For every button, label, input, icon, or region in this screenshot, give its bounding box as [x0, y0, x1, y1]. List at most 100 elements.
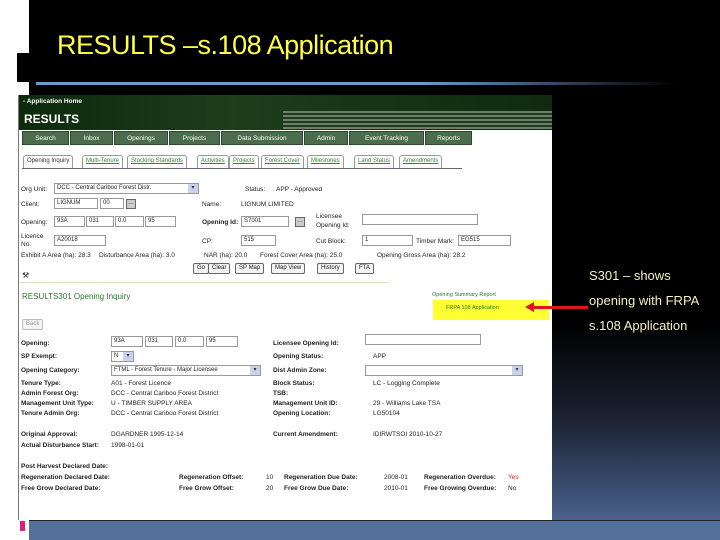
nav-admin[interactable]: Admin	[304, 131, 348, 145]
clear-button[interactable]: Clear	[208, 263, 231, 274]
tenure-type-label: Tenure Type:	[21, 380, 61, 387]
nav-reports[interactable]: Reports	[425, 131, 472, 145]
opening-letter-input[interactable]: 031	[86, 216, 114, 227]
chevron-down-icon: ▾	[123, 352, 133, 361]
current-amendment-label: Current Amendment:	[273, 431, 338, 438]
sp-exempt-select[interactable]: N ▾	[111, 351, 134, 362]
chevron-down-icon: ▾	[250, 366, 260, 375]
current-amendment-value: IDIRWTSOI 2010-10-27	[373, 431, 443, 438]
admin-org-value: DCC - Central Cariboo Forest District	[111, 390, 219, 397]
sp-map-button[interactable]: SP Map	[235, 263, 265, 274]
regen-offset-value: 10	[266, 474, 274, 481]
exhibit-area: Exhibit A Area (ha): 28.3	[21, 252, 91, 259]
tab-forest-cover[interactable]: Forest Cover	[261, 155, 304, 168]
nav-event-tracking[interactable]: Event Tracking	[349, 131, 424, 145]
go-button[interactable]: Go	[193, 263, 210, 274]
mu-type-value: U - TIMBER SUPPLY AREA	[111, 400, 192, 407]
post-harvest-label: Post Harvest Declared Date:	[21, 463, 109, 470]
timber-mark-input[interactable]: EG515	[458, 235, 511, 246]
regen-overdue-value: Yes	[508, 474, 519, 481]
opening-mapsheet-input[interactable]: 93A	[54, 216, 85, 227]
licensee-label-1: Licensee	[316, 213, 343, 220]
cp-input[interactable]: 515	[241, 235, 276, 246]
tab-activities[interactable]: Activities	[197, 155, 229, 168]
client-lookup-button[interactable]: …	[126, 199, 136, 209]
tenure-admin-value: DCC - Central Cariboo Forest District	[111, 410, 219, 417]
tab-land-status[interactable]: Land Status	[354, 155, 395, 168]
r-opening-number[interactable]: 95	[206, 336, 238, 347]
status-label: Status:	[245, 186, 266, 193]
licence-input[interactable]: A20018	[54, 235, 106, 246]
name-value: LIGNUM LIMITED	[241, 201, 294, 208]
cut-block-label: Cut Block:	[316, 238, 346, 245]
mu-type-label: Management Unit Type:	[21, 400, 94, 407]
regen-declared-label: Regeneration Declared Date:	[21, 474, 110, 481]
fg-offset-label: Free Grow Offset:	[179, 485, 234, 492]
chevron-down-icon: ▾	[188, 184, 198, 193]
note-line-3: s.108 Application	[589, 318, 688, 333]
org-unit-select[interactable]: DCC - Central Cariboo Forest Distr. ▾	[54, 183, 199, 194]
tab-projects[interactable]: Projects	[229, 155, 259, 168]
timber-mark-label: Timber Mark:	[416, 238, 455, 245]
sp-exempt-label: SP Exempt:	[21, 353, 58, 360]
history-button[interactable]: History	[317, 263, 344, 274]
nav-data-submission[interactable]: Data Submission	[221, 131, 303, 145]
regen-offset-label: Regeneration Offset:	[179, 474, 244, 481]
category-label: Opening Category:	[21, 367, 80, 374]
bottom-band	[29, 520, 720, 540]
tab-multi-tenure[interactable]: Multi-Tenure	[82, 155, 124, 168]
results-screenshot: - Application Home RESULTS Search Inbox …	[18, 95, 552, 520]
callout-arrow	[530, 306, 588, 309]
admin-org-label: Admin Forest Org:	[21, 390, 79, 397]
opening-id-input[interactable]: S7001	[241, 216, 289, 227]
cut-block-input[interactable]: 1	[362, 235, 413, 246]
original-approval-value: DGARDNER 1995-12-14	[111, 431, 184, 438]
opening-id-lookup-button[interactable]: …	[295, 217, 305, 227]
note-line-2: opening with FRPA	[589, 293, 700, 308]
fg-due-value: 2010-01	[384, 485, 408, 492]
chevron-down-icon: ▾	[512, 366, 522, 375]
r-opening-mapsheet[interactable]: 93A	[111, 336, 143, 347]
regen-overdue-label: Regeneration Overdue:	[424, 474, 496, 481]
r-licensee-label: Licensee Opening Id:	[273, 340, 339, 347]
map-view-button[interactable]: Map View	[271, 263, 306, 274]
back-button[interactable]: Back	[22, 319, 44, 330]
category-select[interactable]: FTML - Forest Tenure - Major Licensee ▾	[111, 365, 261, 376]
client-input[interactable]: LIGNUM	[54, 198, 98, 209]
regen-due-value: 2008-01	[384, 474, 408, 481]
licensee-opening-id-input[interactable]	[362, 214, 478, 225]
accent-square	[17, 53, 29, 82]
tab-opening-inquiry[interactable]: Opening Inquiry	[23, 155, 74, 168]
opening-location-label: Opening Location:	[273, 410, 331, 417]
actual-disturbance-value: 1998-01-01	[111, 442, 145, 449]
dist-admin-zone-select[interactable]: ▾	[365, 365, 523, 376]
opening-square-input[interactable]: 0.0	[115, 216, 144, 227]
opening-summary-report-link[interactable]: Opening Summary Report	[432, 292, 496, 298]
category-value: FTML - Forest Tenure - Major Licensee	[114, 367, 218, 373]
r-opening-square[interactable]: 0.0	[175, 336, 204, 347]
opening-number-input[interactable]: 95	[145, 216, 176, 227]
nav-search[interactable]: Search	[22, 131, 69, 145]
nav-projects[interactable]: Projects	[169, 131, 220, 145]
app-header	[19, 95, 552, 130]
tenure-type-value: A01 - Forest Licence	[111, 380, 171, 387]
block-status-label: Block Status:	[273, 380, 315, 387]
mu-id-label: Management Unit ID:	[273, 400, 338, 407]
actual-disturbance-label: Actual Disturbance Start:	[21, 442, 100, 449]
opening-location-value: LG50104	[373, 410, 400, 417]
tab-amendments[interactable]: Amendments	[399, 155, 443, 168]
r-licensee-input[interactable]	[365, 334, 481, 345]
nav-inbox[interactable]: Inbox	[70, 131, 113, 145]
tab-milestones[interactable]: Milestones	[307, 155, 344, 168]
fta-button[interactable]: FTA	[355, 263, 374, 274]
r-opening-letter[interactable]: 031	[145, 336, 173, 347]
tab-stocking-standards[interactable]: Stocking Standards	[127, 155, 188, 168]
frpa-108-application-link[interactable]: FRPA 108 Application	[446, 305, 499, 311]
opening-id-label: Opening Id:	[202, 219, 239, 226]
application-home-link[interactable]: - Application Home	[23, 98, 82, 105]
licensee-label-2: Opening Id:	[316, 222, 350, 229]
original-approval-label: Original Approval:	[21, 431, 78, 438]
nav-openings[interactable]: Openings	[114, 131, 168, 145]
fg-overdue-value: No	[508, 485, 517, 492]
client-location-input[interactable]: 00	[100, 198, 124, 209]
